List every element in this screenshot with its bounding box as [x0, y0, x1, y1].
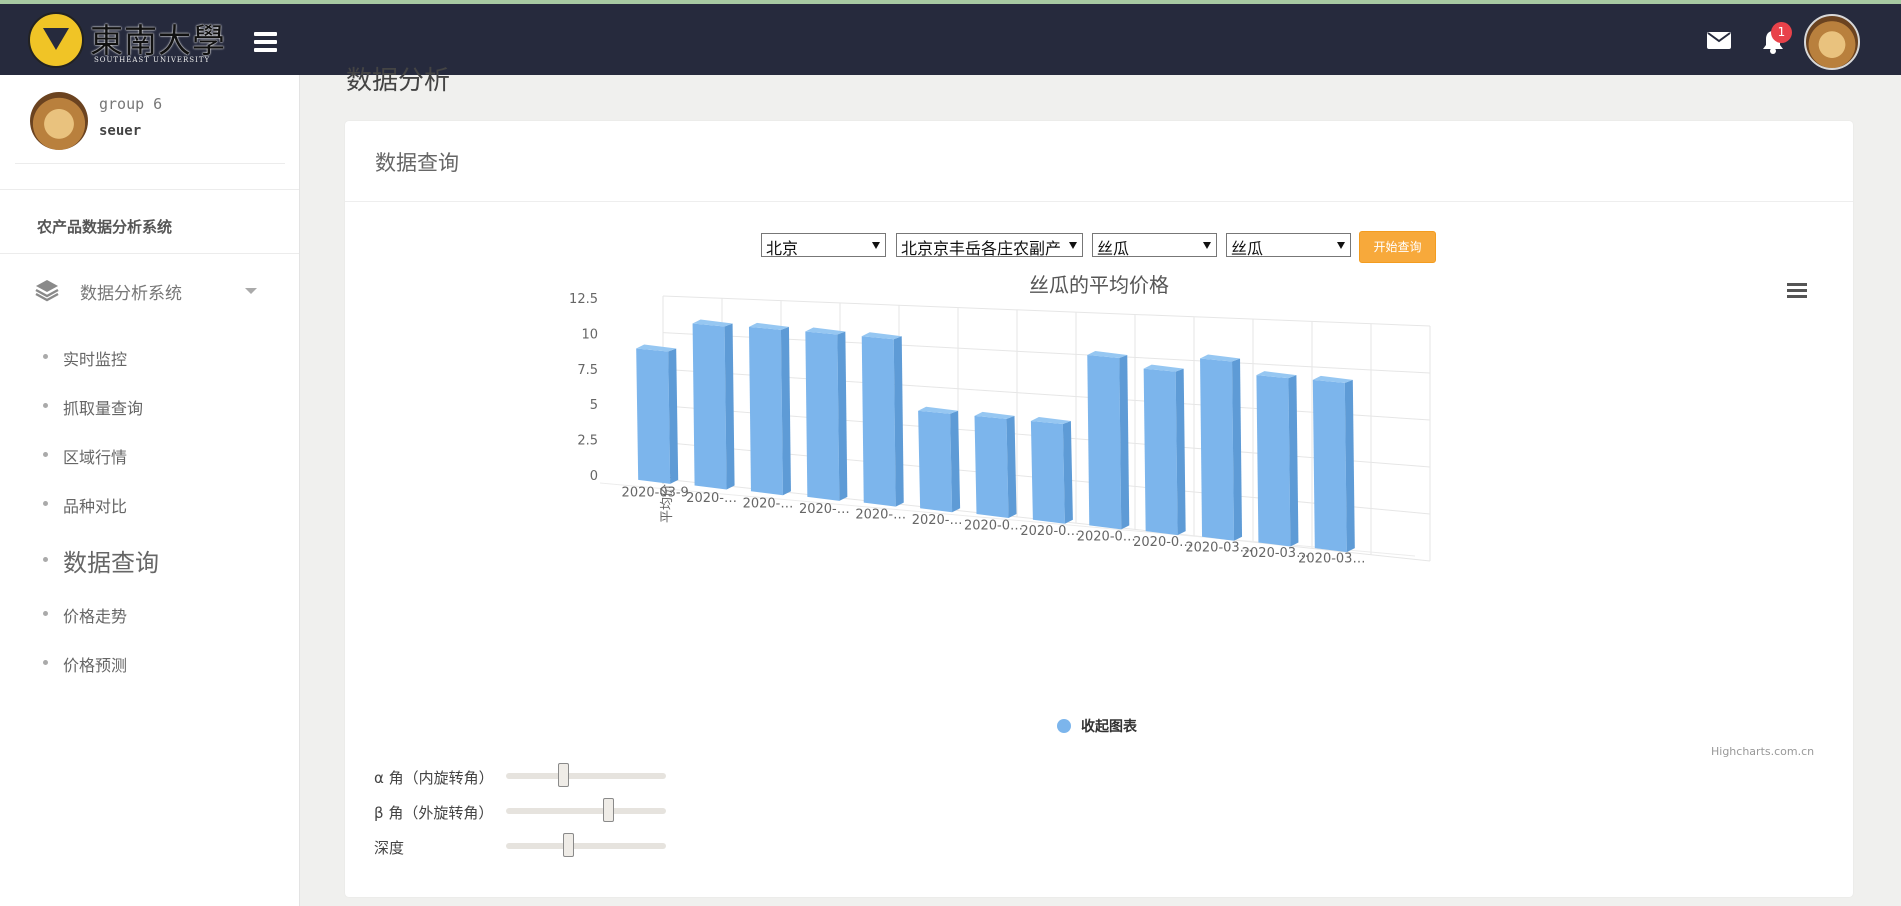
menu-label: 数据分析系统 [80, 284, 182, 304]
chart-title: 丝瓜的平均价格 [1029, 273, 1169, 297]
x-tick-label: 2020-… [686, 491, 737, 506]
legend-label[interactable]: 收起图表 [1081, 718, 1138, 735]
depth-slider[interactable] [506, 833, 666, 857]
sidebar-item-label: 实时监控 [63, 350, 128, 369]
y-tick-label: 0 [590, 469, 598, 484]
user-avatar-top[interactable] [1804, 14, 1860, 70]
slider-thumb[interactable] [602, 798, 614, 822]
divider [0, 189, 299, 190]
logo-text: 東南大學 [90, 21, 226, 60]
sidebar-item-label: 品种对比 [63, 497, 128, 516]
mail-icon[interactable] [1707, 32, 1731, 49]
bar [636, 348, 671, 484]
bar [805, 331, 840, 501]
sidebar-item-realtime-monitor[interactable]: 实时监控 [0, 338, 299, 374]
slider-thumb[interactable] [558, 763, 570, 787]
sidebar: group 6 seuer 农产品数据分析系统 数据分析系统 实时监控 抓取量查… [0, 75, 300, 906]
sidebar-item-crawl-query[interactable]: 抓取量查询 [0, 387, 299, 423]
x-tick-label: 2020-03… [1298, 551, 1365, 566]
x-tick-label: 2020-0… [964, 519, 1023, 534]
divider [0, 253, 299, 254]
bar [918, 410, 953, 513]
y-tick-label: 7.5 [577, 363, 598, 378]
divider [15, 163, 285, 164]
x-tick-label: 2020-0… [1133, 535, 1192, 550]
y-tick-label: 10 [581, 327, 598, 342]
bar [1200, 358, 1235, 541]
x-tick-label: 2020-… [799, 502, 850, 517]
alpha-angle-slider[interactable] [506, 763, 666, 787]
logo-subtitle: SOUTHEAST UNIVERSITY [94, 56, 211, 64]
bar [748, 326, 783, 496]
y-tick-label: 12.5 [569, 292, 598, 307]
x-tick-label: 2020-0… [1020, 524, 1079, 539]
bar [1256, 375, 1291, 547]
layers-icon [35, 280, 59, 302]
sidebar-item-label: 抓取量查询 [63, 399, 144, 418]
y-tick-label: 5 [590, 398, 598, 413]
bar [692, 323, 727, 490]
x-tick-label: 2020-03-9 [622, 486, 689, 501]
bar [974, 415, 1009, 518]
x-tick-label: 2020-… [912, 513, 963, 528]
beta-angle-slider[interactable] [506, 798, 666, 822]
x-tick-label: 2020-… [855, 508, 906, 523]
y-tick-label: 2.5 [577, 434, 598, 449]
legend-marker [1057, 719, 1071, 733]
user-avatar [30, 92, 88, 150]
menu-data-analysis-system[interactable]: 数据分析系统 [0, 268, 299, 312]
notification-badge: 1 [1771, 22, 1792, 43]
bar [1030, 421, 1065, 524]
sidebar-item-label: 价格走势 [63, 607, 128, 626]
sidebar-item-label: 数据查询 [63, 549, 159, 577]
x-tick-label: 2020-0… [1077, 529, 1136, 544]
query-card: 数据查询 北京 北京京丰岳各庄农副产 丝瓜 丝瓜 开始查询 丝瓜的平均价格 02… [345, 121, 1853, 897]
top-navbar: 東南大學 SOUTHEAST UNIVERSITY 1 [0, 4, 1901, 75]
bar [1143, 368, 1178, 536]
user-group: group 6 [99, 95, 163, 113]
hamburger-icon[interactable] [254, 32, 277, 52]
sidebar-item-regional-market[interactable]: 区域行情 [0, 436, 299, 472]
bar [1312, 379, 1347, 553]
bar [1087, 355, 1122, 530]
logo-seal-icon [28, 12, 84, 68]
slider-thumb[interactable] [562, 833, 574, 857]
sidebar-item-label: 价格预测 [63, 656, 128, 675]
university-logo[interactable]: 東南大學 SOUTHEAST UNIVERSITY [28, 12, 225, 68]
x-tick-label: 2020-… [743, 497, 794, 512]
user-name: seuer [99, 123, 142, 139]
page-title: 数据分析 [346, 66, 451, 96]
sidebar-item-label: 区域行情 [63, 448, 128, 467]
depth-label: 深度 [374, 839, 405, 857]
sidebar-item-price-trend[interactable]: 价格走势 [0, 595, 299, 631]
system-title: 农产品数据分析系统 [37, 218, 173, 236]
chart-legend[interactable]: 收起图表 [1057, 718, 1138, 735]
sidebar-item-variety-compare[interactable]: 品种对比 [0, 485, 299, 521]
bar [861, 336, 896, 507]
beta-angle-label: β 角（外旋转角） [374, 804, 494, 822]
y-axis-ticks: 0 2.5 5 7.5 10 12.5 [569, 292, 598, 484]
grid-line [662, 295, 1431, 327]
sidebar-item-price-forecast[interactable]: 价格预测 [0, 644, 299, 680]
chart-bars [636, 319, 1355, 553]
sidebar-item-data-query[interactable]: 数据查询 [0, 541, 299, 577]
alpha-angle-label: α 角（内旋转角） [374, 769, 494, 787]
caret-down-icon [245, 288, 257, 294]
chart-credit-link[interactable]: Highcharts.com.cn [1711, 745, 1814, 758]
bar-chart-3d: 丝瓜的平均价格 02.557.51012.5 平均价格 2020-03-9202… [569, 273, 1431, 735]
